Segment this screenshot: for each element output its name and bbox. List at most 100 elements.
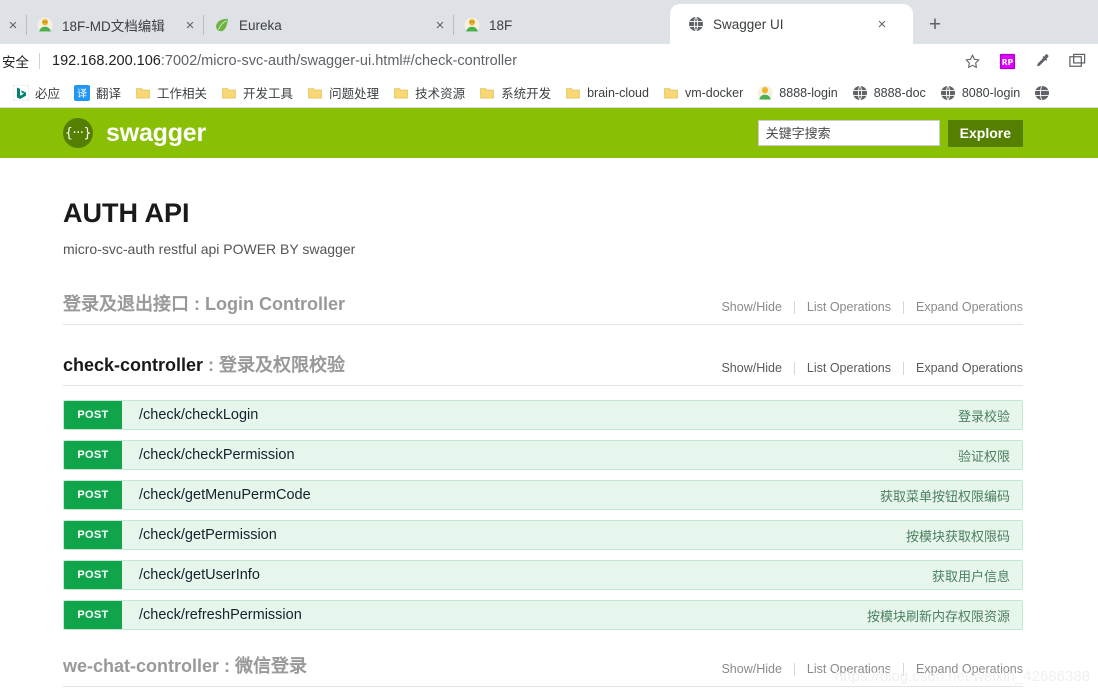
resource-separator: : (203, 355, 220, 375)
bookmark-8080-login[interactable]: 8080-login (933, 81, 1027, 105)
http-method-badge: POST (64, 401, 122, 429)
page-subtitle: micro-svc-auth restful api POWER BY swag… (63, 241, 356, 257)
url-host: 192.168.200.106 (52, 53, 161, 69)
swagger-search-area: Explore (757, 108, 1023, 158)
tab-close-button-3[interactable]: × (427, 12, 453, 38)
bing-icon (13, 84, 29, 101)
resource-separator: : (189, 294, 205, 314)
globe-icon (852, 85, 867, 100)
http-method-badge: POST (64, 481, 122, 509)
address-divider (39, 53, 40, 69)
window-panel-icon[interactable] (1064, 48, 1090, 74)
show-hide-link[interactable]: Show/Hide (709, 361, 793, 375)
bookmark-translate[interactable]: 译 翻译 (67, 81, 128, 105)
operation-path: /check/getMenuPermCode (139, 487, 311, 503)
rp-extension-icon[interactable]: RP (994, 48, 1020, 74)
operation-row[interactable]: POST /check/getPermission 按模块获取权限码 (63, 520, 1023, 550)
resource-name-primary: check-controller (63, 355, 204, 375)
bookmark-label: 技术资源 (415, 87, 466, 101)
eyedropper-icon[interactable] (1029, 48, 1055, 74)
address-bar: 安全 192.168.200.106:7002/micro-svc-auth/s… (0, 44, 1098, 78)
bookmark-label: vm-docker (684, 85, 744, 100)
svg-text:译: 译 (77, 88, 87, 100)
url-path: :7002/micro-svc-auth/swagger-ui.html#/ch… (160, 53, 518, 69)
operation-row[interactable]: POST /check/checkLogin 登录校验 (63, 400, 1023, 430)
operation-row[interactable]: POST /check/refreshPermission 按模块刷新内存权限资… (63, 600, 1023, 630)
resource-title-login-controller[interactable]: 登录及退出接口 : Login Controller (63, 290, 345, 316)
search-input[interactable] (757, 120, 940, 146)
tab-close-button-2[interactable]: × (177, 12, 203, 38)
globe-icon (1035, 85, 1050, 100)
operation-row[interactable]: POST /check/getUserInfo 获取用户信息 (63, 560, 1023, 590)
explore-button[interactable]: Explore (947, 119, 1023, 147)
operation-path: /check/refreshPermission (139, 607, 302, 623)
tab-title-3: 18F (489, 17, 513, 33)
bookmark-folder-issues[interactable]: 问题处理 (300, 81, 386, 105)
operation-row[interactable]: POST /check/checkPermission 验证权限 (63, 440, 1023, 470)
operation-description: 按模块刷新内存权限资源 (866, 608, 1010, 624)
new-tab-button[interactable]: + (919, 9, 951, 41)
resource-name-secondary: Login Controller (205, 294, 345, 314)
folder-icon (308, 87, 322, 98)
http-method-badge: POST (64, 561, 122, 589)
folder-icon (222, 87, 236, 98)
tab-title-4: Swagger UI (713, 16, 784, 32)
swagger-wordmark: swagger (106, 118, 207, 147)
operation-path: /check/getUserInfo (139, 567, 260, 583)
bookmark-folder-devtools[interactable]: 开发工具 (214, 81, 300, 105)
browser-tab-4-active[interactable]: Swagger UI × (670, 4, 913, 44)
resource-options-check-controller: Show/Hide List Operations Expand Operati… (709, 361, 1023, 377)
tab-divider (453, 15, 454, 35)
show-hide-link[interactable]: Show/Hide (709, 662, 793, 676)
resource-title-check-controller[interactable]: check-controller : 登录及权限校验 (63, 351, 345, 377)
url-text[interactable]: 192.168.200.106:7002/micro-svc-auth/swag… (52, 53, 950, 69)
bookmarks-bar: 必应 译 翻译 工作相关 开发工具 问题处理 技术资源 系统开发 brain-c (0, 78, 1098, 108)
browser-chrome: × 18F-MD文档编辑 × Eureka × 18F Swagger UI ×… (0, 0, 1098, 108)
bookmark-label: 翻译 (96, 87, 122, 101)
expand-operations-link[interactable]: Expand Operations (904, 300, 1023, 314)
resource-list: 登录及退出接口 : Login Controller Show/Hide Lis… (63, 290, 1023, 687)
watermark-text: https://blog.csdn.net/weixin_42686388 (834, 668, 1090, 685)
star-icon[interactable] (959, 48, 985, 74)
resource-name-secondary: 微信登录 (235, 656, 308, 676)
operation-path: /check/getPermission (139, 527, 277, 543)
bookmark-bing[interactable]: 必应 (6, 81, 67, 105)
swagger-logo[interactable]: {···} swagger (63, 118, 206, 148)
show-hide-link[interactable]: Show/Hide (709, 300, 793, 314)
browser-tab-2[interactable]: × Eureka (177, 6, 427, 44)
resource-check-controller: check-controller : 登录及权限校验 Show/Hide Lis… (63, 351, 1023, 630)
bookmark-folder-sysdev[interactable]: 系统开发 (472, 81, 558, 105)
browser-tab-3[interactable]: × 18F (427, 6, 670, 44)
bookmark-folder-work[interactable]: 工作相关 (128, 81, 214, 105)
resource-separator: : (219, 656, 236, 676)
browser-tab-1[interactable]: × 18F-MD文档编辑 (0, 6, 177, 44)
page-title: AUTH API (63, 198, 190, 228)
folder-icon (136, 87, 150, 98)
bookmark-overflow[interactable] (1027, 81, 1063, 105)
bookmark-folder-vm-docker[interactable]: vm-docker (656, 81, 750, 105)
translate-icon: 译 (74, 84, 91, 101)
bookmark-label: 必应 (35, 87, 61, 101)
swagger-page: {···} swagger Explore AUTH API micro-svc… (0, 108, 1098, 693)
list-operations-link[interactable]: List Operations (795, 361, 903, 375)
resource-header: check-controller : 登录及权限校验 Show/Hide Lis… (63, 351, 1023, 386)
operation-row[interactable]: POST /check/getMenuPermCode 获取菜单按钮权限编码 (63, 480, 1023, 510)
folder-icon (664, 87, 678, 98)
tab-close-button-4[interactable]: × (869, 11, 895, 37)
resource-title-we-chat-controller[interactable]: we-chat-controller : 微信登录 (63, 652, 307, 678)
folder-icon (394, 87, 408, 98)
tab-close-button-1[interactable]: × (0, 12, 26, 38)
security-status-label: 安全 (2, 55, 29, 70)
person-orange-icon (37, 17, 53, 33)
list-operations-link[interactable]: List Operations (795, 300, 903, 314)
operation-description: 获取菜单按钮权限编码 (879, 488, 1010, 504)
bookmark-8888-doc[interactable]: 8888-doc (845, 81, 933, 105)
person-orange-icon (464, 17, 480, 33)
bookmark-folder-tech[interactable]: 技术资源 (386, 81, 472, 105)
bookmark-8888-login[interactable]: 8888-login (750, 81, 844, 105)
bookmark-folder-brain-cloud[interactable]: brain-cloud (558, 81, 656, 105)
expand-operations-link[interactable]: Expand Operations (904, 361, 1023, 375)
tab-title-2: Eureka (239, 17, 282, 33)
resource-login-controller: 登录及退出接口 : Login Controller Show/Hide Lis… (63, 290, 1023, 325)
http-method-badge: POST (64, 521, 122, 549)
